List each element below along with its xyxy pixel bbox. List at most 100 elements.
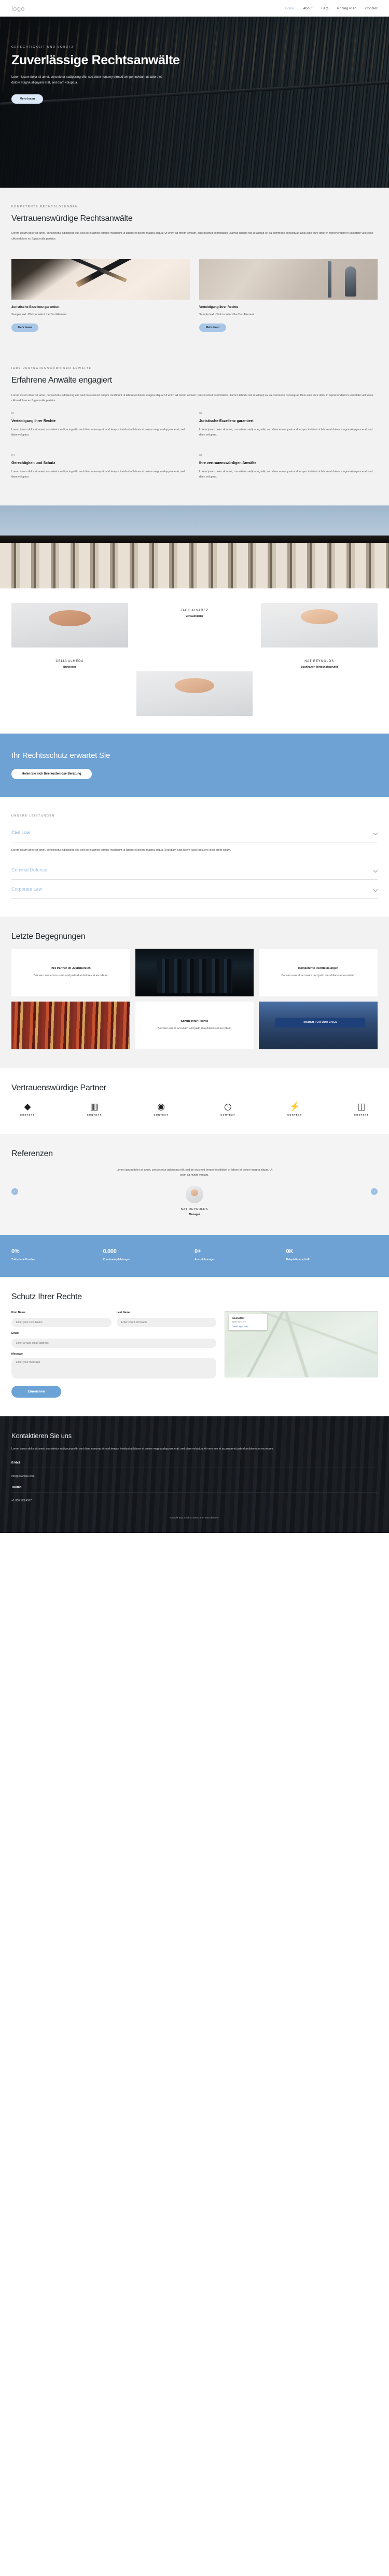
experienced-lawyers-section: IHRE VERTRAUENSWÜRDIGEN ANWÄLTE Erfahren… — [0, 349, 389, 506]
location-map[interactable]: Manhattan New York, NY View larger map — [225, 1311, 378, 1378]
hero-title: Zuverlässige Rechtsanwälte — [11, 53, 180, 67]
chevron-down-icon[interactable] — [373, 868, 378, 872]
partner-logo[interactable]: ◆ CONTEXT — [11, 1102, 44, 1116]
cta-title: Ihr Rechtsschutz erwartet Sie — [11, 751, 110, 761]
feature-text: Lorem ipsum dolor sit amet, consetetur s… — [199, 470, 373, 479]
team-member-name: CELIA ALMEDA — [55, 660, 84, 664]
page-root: logo Home About FAQ Pricing Plan Contact… — [0, 0, 389, 1533]
chevron-down-icon[interactable] — [373, 887, 378, 891]
feature-text: Lorem ipsum dolor sit amet, consetetur s… — [11, 470, 185, 479]
grid-icon: ◫ — [357, 1102, 366, 1112]
message-textarea[interactable] — [11, 1358, 217, 1379]
testimonial-next-arrow-icon[interactable]: › — [371, 1188, 378, 1195]
feature-number: 02 — [199, 412, 202, 415]
partner-logo[interactable]: ◉ CONTEXT — [145, 1102, 177, 1116]
accordion-item-corporate-law[interactable]: Corporate Law — [11, 880, 378, 899]
partners-title: Vertrauenswürdige Partner — [11, 1083, 106, 1093]
footer-email-heading: E-Mail — [11, 1461, 20, 1465]
lady-justice-image — [199, 259, 378, 300]
map-view-larger-link[interactable]: View larger map — [232, 1325, 263, 1328]
contact-form: First Name Last Name Email Message — [11, 1311, 217, 1398]
partner-logos-row: ◆ CONTEXT ▥ CONTEXT ◉ CONTEXT ◷ CONTEXT … — [11, 1102, 378, 1116]
card-read-more-button[interactable]: Mehr lesen — [199, 323, 227, 332]
courthouse-columns-image — [0, 505, 389, 589]
police-officers-image — [135, 949, 254, 997]
nav-item-about[interactable]: About — [303, 7, 312, 10]
nav-item-faq[interactable]: FAQ — [321, 7, 328, 10]
stat-label: Zufriedene Kunden — [11, 1258, 35, 1261]
footer-email-value[interactable]: info@example.com — [11, 1474, 378, 1479]
team-member-role: Büroleiter — [63, 666, 76, 669]
team-member-role: Buchhalter-Wirtschaftsprüfer — [300, 666, 338, 669]
feature-title: Ihre vertrauenswürdigen Anwälte — [199, 461, 257, 466]
nav-item-pricing-plan[interactable]: Pricing Plan — [337, 7, 356, 10]
hero-read-more-button[interactable]: Mehr lesen — [11, 94, 44, 104]
accordion-body: Lorem ipsum dolor sit amet, consectetur … — [11, 849, 231, 852]
testimonial-avatar — [186, 1185, 203, 1203]
partner-name: CONTEXT — [354, 1114, 369, 1117]
blog-card-text: Bei vero eos et accusam und justo duo do… — [34, 974, 108, 977]
partner-name: CONTEXT — [154, 1114, 169, 1117]
feature-number: 04 — [199, 454, 202, 458]
stat-number: 0.000 — [103, 1248, 117, 1255]
nav-item-contact[interactable]: Contact — [365, 7, 378, 10]
partner-logo[interactable]: ◫ CONTEXT — [345, 1102, 378, 1116]
contact-title: Schutz Ihrer Rechte — [11, 1292, 82, 1301]
site-footer: Kontaktieren Sie uns Lorem ipsum dolor s… — [0, 1416, 389, 1533]
feature-grid: 01 Verteidigung Ihrer Rechte Lorem ipsum… — [11, 404, 378, 488]
email-field-group: Email — [11, 1332, 217, 1348]
hero-description: Lorem ipsum dolor sit amet, consetetur s… — [11, 76, 162, 85]
book-icon: ▥ — [90, 1102, 99, 1112]
accordion-item-criminal-defense[interactable]: Criminal Defense — [11, 861, 378, 880]
cta-free-consultation-button[interactable]: Holen Sie sich Ihre kostenlose Beratung — [11, 769, 92, 780]
site-logo[interactable]: logo — [11, 5, 25, 12]
feature-item: 03 Gerechtigkeit und Schutz Lorem ipsum … — [11, 446, 190, 488]
accordion-item-civil-law[interactable]: Civil Law — [11, 823, 378, 843]
site-header: logo Home About FAQ Pricing Plan Contact — [0, 0, 389, 17]
map-location-subtitle: New York, NY — [232, 1320, 246, 1324]
accordion-title: Criminal Defense — [11, 867, 48, 872]
divider — [11, 1492, 378, 1493]
email-input[interactable] — [11, 1339, 217, 1348]
card-legal-excellence: Juristische Exzellenz garantiert Sample … — [11, 259, 190, 332]
diamond-icon: ◆ — [24, 1102, 31, 1112]
blog-card-title: Schutz Ihrer Rechte — [180, 1019, 209, 1023]
stat-item: 0+ Auszeichnungen — [195, 1248, 286, 1261]
submit-button[interactable]: Einreichen — [11, 1386, 61, 1398]
team-row-top: JACK ALVAREZ Verkaufsleiter — [11, 603, 378, 648]
feature-title: Verteidigung Ihrer Rechte — [11, 419, 56, 423]
main-navigation: Home About FAQ Pricing Plan Contact — [285, 7, 378, 10]
blog-card-partners[interactable]: Ihre Partner im Justizbereich Bei vero e… — [11, 949, 130, 997]
first-name-field-group: First Name — [11, 1311, 112, 1328]
chevron-down-icon[interactable] — [373, 830, 378, 835]
map-info-card: Manhattan New York, NY View larger map — [229, 1314, 268, 1331]
services-section: UNSERE LEISTUNGEN Civil Law Lorem ipsum … — [0, 797, 389, 917]
footer-phone-value[interactable]: +1 800 123 4567 — [11, 1499, 378, 1503]
team-member-name: JACK ALVAREZ — [180, 609, 209, 613]
protest-march-image — [259, 1002, 378, 1050]
team-photo — [136, 671, 253, 716]
testimonial-name: NAT REYNOLDS — [180, 1207, 209, 1211]
experienced-title: Erfahrene Anwälte engagiert — [11, 376, 112, 385]
team-member — [11, 603, 128, 648]
partner-logo[interactable]: ◷ CONTEXT — [212, 1102, 244, 1116]
testimonial-role: Manager — [189, 1213, 200, 1216]
partner-logo[interactable]: ▥ CONTEXT — [78, 1102, 110, 1116]
testimonial-prev-arrow-icon[interactable]: ‹ — [11, 1188, 18, 1195]
stat-label: Auszeichnungen — [195, 1258, 216, 1261]
stat-number: 0% — [11, 1248, 20, 1255]
last-name-input[interactable] — [116, 1318, 217, 1328]
footer-phone-heading: Telefon — [11, 1486, 22, 1489]
first-name-input[interactable] — [11, 1318, 112, 1328]
blog-card-protection[interactable]: Schutz Ihrer Rechte Bei vero eos et accu… — [135, 1002, 254, 1050]
card-title: Verteidigung Ihrer Rechte — [199, 305, 239, 309]
nav-item-home[interactable]: Home — [285, 7, 294, 10]
card-read-more-button[interactable]: Mehr lesen — [11, 323, 39, 332]
hero-section: GERECHTIGKEIT UND SCHUTZ Zuverlässige Re… — [0, 17, 389, 188]
blog-card-title: Ihre Partner im Justizbereich — [50, 966, 91, 970]
message-field-group: Message — [11, 1353, 217, 1381]
feature-item: 04 Ihre vertrauenswürdigen Anwälte Lorem… — [199, 446, 378, 488]
partner-logo[interactable]: ⚡ CONTEXT — [279, 1102, 311, 1116]
blog-card-solutions[interactable]: Kompetente Rechtslösungen Bei vero eos e… — [259, 949, 378, 997]
stat-item: 0K Beispielüberschrift — [286, 1248, 378, 1261]
